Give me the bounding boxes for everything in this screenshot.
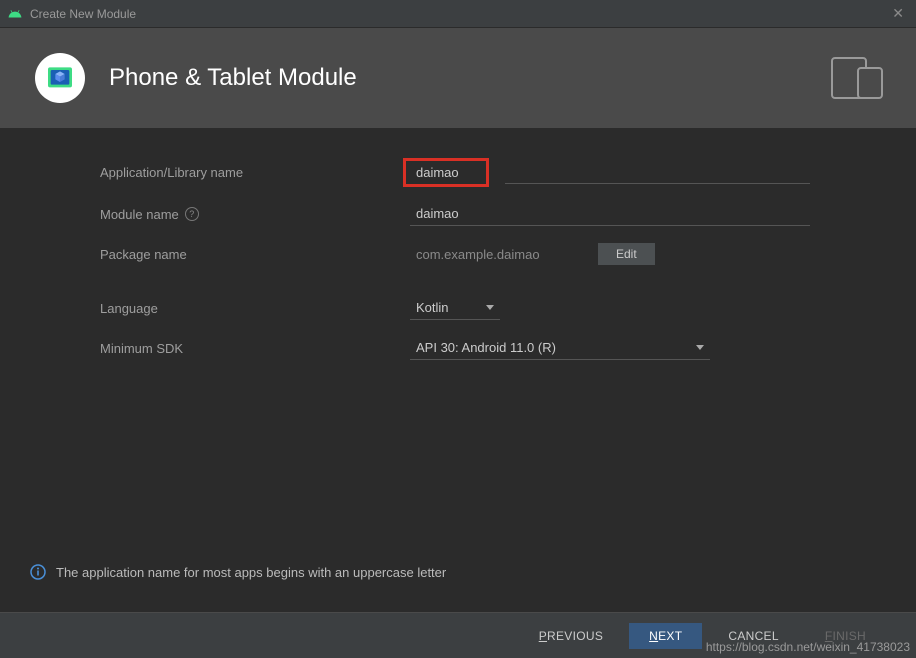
dialog-footer: PREVIOUS NEXT CANCEL FINISH	[0, 612, 916, 658]
android-icon	[8, 7, 22, 21]
info-bar: The application name for most apps begin…	[30, 564, 886, 580]
chevron-down-icon	[696, 345, 704, 350]
row-language: Language Kotlin	[100, 295, 866, 321]
page-title: Phone & Tablet Module	[109, 64, 830, 92]
edit-button[interactable]: Edit	[598, 243, 655, 265]
module-name-input[interactable]	[410, 202, 810, 226]
input-underline	[505, 183, 810, 184]
app-name-input-wrap	[410, 158, 810, 187]
package-name-input	[410, 243, 590, 266]
app-name-input[interactable]	[410, 161, 482, 184]
module-type-icon	[35, 53, 85, 103]
language-select-wrap: Kotlin	[410, 296, 810, 320]
label-package-name: Package name	[100, 247, 410, 262]
package-name-wrap: Edit	[410, 243, 810, 266]
label-module-name: Module name ?	[100, 207, 410, 222]
previous-button[interactable]: PREVIOUS	[519, 623, 623, 649]
help-icon[interactable]: ?	[185, 207, 199, 221]
min-sdk-value: API 30: Android 11.0 (R)	[416, 340, 686, 355]
info-message: The application name for most apps begin…	[56, 565, 446, 580]
highlight-annotation	[403, 158, 489, 187]
form-area: Application/Library name Module name ? P…	[0, 128, 916, 361]
titlebar: Create New Module ✕	[0, 0, 916, 28]
chevron-down-icon	[486, 305, 494, 310]
label-language: Language	[100, 301, 410, 316]
row-module-name: Module name ?	[100, 201, 866, 227]
phone-tablet-icon	[830, 56, 886, 100]
finish-button: FINISH	[805, 623, 886, 649]
close-icon[interactable]: ✕	[888, 5, 908, 22]
module-name-input-wrap	[410, 202, 810, 226]
dialog-header: Phone & Tablet Module	[0, 28, 916, 128]
language-select[interactable]: Kotlin	[410, 296, 500, 320]
min-sdk-select[interactable]: API 30: Android 11.0 (R)	[410, 336, 710, 360]
label-app-name: Application/Library name	[100, 165, 410, 180]
label-module-name-text: Module name	[100, 207, 179, 222]
next-button[interactable]: NEXT	[629, 623, 702, 649]
info-icon	[30, 564, 46, 580]
language-value: Kotlin	[416, 300, 476, 315]
min-sdk-select-wrap: API 30: Android 11.0 (R)	[410, 336, 810, 360]
row-min-sdk: Minimum SDK API 30: Android 11.0 (R)	[100, 335, 866, 361]
cancel-button[interactable]: CANCEL	[708, 623, 798, 649]
window-title: Create New Module	[30, 7, 136, 21]
row-package-name: Package name Edit	[100, 241, 866, 267]
row-app-name: Application/Library name	[100, 158, 866, 187]
label-min-sdk: Minimum SDK	[100, 341, 410, 356]
